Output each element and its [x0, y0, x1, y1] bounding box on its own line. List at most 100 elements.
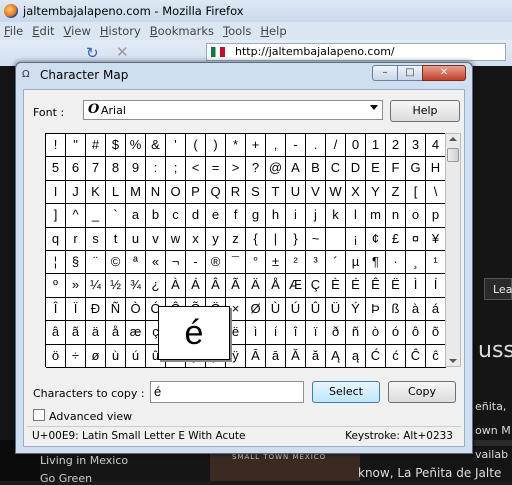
character-cell[interactable]: J	[66, 180, 86, 205]
character-cell[interactable]: Á	[186, 274, 206, 298]
character-cell[interactable]: N	[146, 180, 166, 205]
character-cell[interactable]: <	[186, 157, 206, 181]
character-cell[interactable]: £	[386, 227, 406, 251]
character-cell[interactable]: 7	[86, 157, 106, 181]
character-cell[interactable]: Ò	[126, 297, 146, 322]
character-cell[interactable]: ù	[106, 344, 126, 368]
character-cell[interactable]: ö	[46, 344, 66, 368]
character-cell[interactable]: ò	[366, 321, 386, 345]
character-cell[interactable]: t	[106, 227, 126, 251]
character-grid-scrollbar[interactable]	[445, 133, 461, 367]
character-cell[interactable]: Ú	[286, 297, 306, 322]
character-cell[interactable]: Í	[426, 274, 446, 298]
scroll-thumb[interactable]	[447, 148, 459, 162]
character-cell[interactable]: s	[86, 227, 106, 251]
character-cell[interactable]: ã	[66, 321, 86, 345]
webpage-tab[interactable]: Lea	[484, 278, 512, 300]
character-cell[interactable]: ²	[286, 250, 306, 275]
character-cell[interactable]: ¦	[46, 250, 66, 275]
sidebar-link-living-in-mexico[interactable]: Living in Mexico	[40, 454, 128, 467]
character-cell[interactable]: '	[166, 134, 186, 158]
character-cell[interactable]: a	[126, 204, 146, 228]
character-cell[interactable]: R	[226, 180, 246, 205]
character-cell[interactable]: )	[206, 134, 226, 158]
advanced-view-checkbox[interactable]	[33, 409, 45, 421]
character-cell[interactable]: ¶	[366, 250, 386, 275]
character-cell[interactable]: m	[366, 204, 386, 228]
character-cell[interactable]: ¹	[426, 250, 446, 275]
scroll-down-icon[interactable]	[449, 359, 457, 363]
character-cell[interactable]: Ć	[366, 344, 386, 368]
character-cell[interactable]: º	[46, 274, 66, 298]
character-cell[interactable]: 1	[366, 134, 386, 158]
character-cell[interactable]: Î	[46, 297, 66, 322]
character-cell[interactable]: ï	[306, 321, 326, 345]
character-cell[interactable]: ß	[386, 297, 406, 322]
character-cell[interactable]: h	[266, 204, 286, 228]
character-cell[interactable]: M	[126, 180, 146, 205]
character-cell[interactable]: c	[166, 204, 186, 228]
character-cell[interactable]: -	[186, 250, 206, 275]
character-cell[interactable]: I	[46, 180, 66, 205]
character-cell[interactable]: à	[406, 297, 426, 322]
character-cell[interactable]: \	[426, 180, 446, 205]
character-cell[interactable]: ñ	[346, 321, 366, 345]
character-cell[interactable]: µ	[346, 250, 366, 275]
help-button[interactable]: Help	[390, 100, 460, 122]
url-bar[interactable]: http://jaltembajalapeno.com/	[206, 43, 506, 61]
character-cell[interactable]: V	[306, 180, 326, 205]
character-cell[interactable]: â	[46, 321, 66, 345]
character-cell[interactable]: o	[406, 204, 426, 228]
character-cell[interactable]: ó	[386, 321, 406, 345]
character-cell[interactable]: 8	[106, 157, 126, 181]
close-button[interactable]: ✕	[422, 65, 466, 81]
character-cell[interactable]: Ĉ	[406, 344, 426, 368]
character-cell[interactable]: §	[66, 250, 86, 275]
character-cell[interactable]: >	[226, 157, 246, 181]
menu-help[interactable]: Help	[260, 24, 286, 38]
character-cell[interactable]: 2	[386, 134, 406, 158]
character-cell[interactable]: ÷	[66, 344, 86, 368]
character-cell[interactable]: v	[146, 227, 166, 251]
character-cell[interactable]: *	[226, 134, 246, 158]
character-cell[interactable]: n	[386, 204, 406, 228]
character-cell[interactable]: ¯	[226, 250, 246, 275]
character-cell[interactable]: "	[66, 134, 86, 158]
character-cell[interactable]: $	[106, 134, 126, 158]
character-cell[interactable]: -	[286, 134, 306, 158]
character-cell[interactable]: &	[146, 134, 166, 158]
character-cell[interactable]: 9	[126, 157, 146, 181]
character-cell[interactable]: ~	[306, 227, 326, 251]
character-cell[interactable]: A	[286, 157, 306, 181]
character-cell[interactable]: Þ	[366, 297, 386, 322]
character-cell[interactable]: È	[326, 274, 346, 298]
character-cell[interactable]: j	[306, 204, 326, 228]
character-cell[interactable]: +	[246, 134, 266, 158]
character-cell[interactable]: %	[126, 134, 146, 158]
character-cell[interactable]: X	[346, 180, 366, 205]
character-cell[interactable]: ®	[206, 250, 226, 275]
character-cell[interactable]: ¬	[166, 250, 186, 275]
character-cell[interactable]: Ù	[266, 297, 286, 322]
character-cell[interactable]: k	[326, 204, 346, 228]
character-cell[interactable]: ¢	[366, 227, 386, 251]
character-cell[interactable]: ¨	[86, 250, 106, 275]
character-cell[interactable]: E	[366, 157, 386, 181]
menu-file[interactable]: File	[4, 24, 23, 38]
character-cell[interactable]: Ç	[306, 274, 326, 298]
character-cell[interactable]: B	[306, 157, 326, 181]
menu-tools[interactable]: Tools	[223, 24, 251, 38]
character-cell[interactable]: O	[166, 180, 186, 205]
character-cell[interactable]: À	[166, 274, 186, 298]
character-cell[interactable]: ð	[326, 321, 346, 345]
character-cell[interactable]: É	[346, 274, 366, 298]
character-cell[interactable]: C	[326, 157, 346, 181]
character-cell[interactable]: Ä	[246, 274, 266, 298]
character-cell[interactable]: ª	[126, 250, 146, 275]
character-cell[interactable]: Q	[206, 180, 226, 205]
character-cell[interactable]: ô	[406, 321, 426, 345]
character-cell[interactable]: Ã	[226, 274, 246, 298]
character-cell[interactable]: ú	[126, 344, 146, 368]
character-cell[interactable]: [	[406, 180, 426, 205]
character-cell[interactable]: ą	[346, 344, 366, 368]
